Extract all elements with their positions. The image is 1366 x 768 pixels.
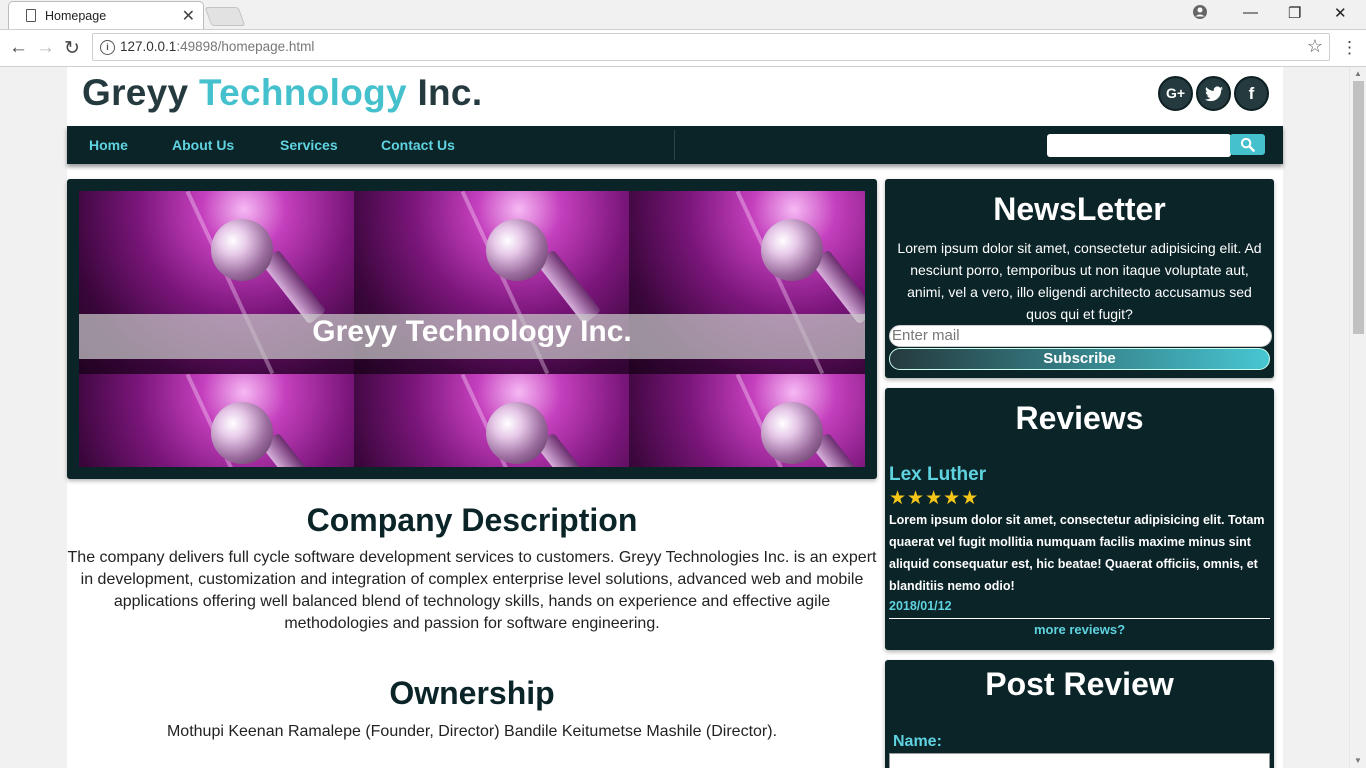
search-button[interactable] xyxy=(1230,134,1265,155)
address-bar-row: ← → ↻ i 127.0.0.1:49898/homepage.html ☆ … xyxy=(0,30,1366,67)
newsletter-email-input[interactable]: Enter mail xyxy=(889,325,1272,347)
url-path: :49898/homepage.html xyxy=(176,39,315,54)
vertical-scrollbar[interactable]: ▲ ▼ xyxy=(1349,67,1366,768)
url-host: 127.0.0.1 xyxy=(120,39,177,54)
page-viewport: Greyy Technology Inc. G+ f Home About Us… xyxy=(0,67,1349,768)
browser-menu-icon[interactable]: ⋮ xyxy=(1341,38,1358,58)
omnibox[interactable]: i 127.0.0.1:49898/homepage.html ☆ xyxy=(92,33,1330,61)
site-logo[interactable]: Greyy Technology Inc. xyxy=(82,72,482,114)
logo-part-1: Greyy xyxy=(82,72,199,113)
ownership-heading: Ownership xyxy=(389,675,555,711)
microphone-tile xyxy=(629,374,865,467)
nav-about-us[interactable]: About Us xyxy=(172,137,234,153)
newsletter-heading: NewsLetter xyxy=(993,191,1166,227)
newsletter-card: NewsLetter Lorem ipsum dolor sit amet, c… xyxy=(885,179,1274,378)
review-date: 2018/01/12 xyxy=(889,599,952,613)
close-tab-icon[interactable]: ✕ xyxy=(182,6,195,26)
forward-icon[interactable]: → xyxy=(36,37,55,59)
restore-icon[interactable]: ❐ xyxy=(1288,4,1301,22)
reviews-heading: Reviews xyxy=(1015,400,1144,436)
search-input[interactable] xyxy=(1047,134,1231,157)
review-divider xyxy=(889,618,1270,619)
post-review-card: Post Review Name: xyxy=(885,660,1274,768)
tab-title: Homepage xyxy=(45,9,107,23)
navbar-divider xyxy=(674,130,675,160)
ownership-text: Mothupi Keenan Ramalepe (Founder, Direct… xyxy=(166,723,778,740)
site-info-icon[interactable]: i xyxy=(100,40,115,55)
company-description-heading: Company Description xyxy=(306,502,638,538)
scrollbar-thumb[interactable] xyxy=(1353,81,1364,334)
browser-tab-strip: Homepage ✕ — ❐ ✕ xyxy=(0,0,1366,30)
name-label: Name: xyxy=(893,733,942,750)
logo-part-3: Inc. xyxy=(406,72,483,113)
reviews-card: Reviews Lex Luther ★★★★★ Lorem ipsum dol… xyxy=(885,388,1274,650)
hero-banner: Greyy Technology Inc. xyxy=(67,179,877,479)
profile-icon[interactable] xyxy=(1192,4,1208,24)
logo-accent: Technology xyxy=(199,72,407,113)
reviewer-name: Lex Luther xyxy=(889,464,987,485)
post-review-heading: Post Review xyxy=(985,666,1174,702)
google-plus-icon[interactable]: G+ xyxy=(1158,76,1193,111)
bookmark-star-icon[interactable]: ☆ xyxy=(1307,36,1323,57)
scroll-down-icon[interactable]: ▼ xyxy=(1354,756,1362,765)
more-reviews-link[interactable]: more reviews? xyxy=(885,622,1274,637)
twitter-icon[interactable] xyxy=(1196,76,1231,111)
back-icon[interactable]: ← xyxy=(9,37,28,59)
minimize-icon[interactable]: — xyxy=(1243,4,1258,21)
browser-tab-homepage[interactable]: Homepage ✕ xyxy=(8,1,204,29)
newsletter-text: Lorem ipsum dolor sit amet, consectetur … xyxy=(897,240,1262,322)
search-icon xyxy=(1240,137,1255,152)
nav-contact-us[interactable]: Contact Us xyxy=(381,137,455,153)
page-icon xyxy=(26,9,36,22)
nav-services[interactable]: Services xyxy=(280,137,338,153)
nav-home[interactable]: Home xyxy=(89,137,128,153)
new-tab-button[interactable] xyxy=(204,7,246,26)
main-navbar: Home About Us Services Contact Us xyxy=(67,126,1283,164)
facebook-icon[interactable]: f xyxy=(1234,76,1269,111)
page-container: Greyy Technology Inc. G+ f Home About Us… xyxy=(67,67,1283,768)
company-description-text: The company delivers full cycle software… xyxy=(67,549,877,632)
review-text: Lorem ipsum dolor sit amet, consectetur … xyxy=(889,513,1265,593)
url-text[interactable]: 127.0.0.1:49898/homepage.html xyxy=(120,39,314,54)
window-close-icon[interactable]: ✕ xyxy=(1334,4,1347,22)
reload-icon[interactable]: ↻ xyxy=(64,37,80,60)
subscribe-button[interactable]: Subscribe xyxy=(889,348,1270,370)
scroll-up-icon[interactable]: ▲ xyxy=(1354,69,1362,78)
rating-stars: ★★★★★ xyxy=(889,488,980,509)
hero-caption: Greyy Technology Inc. xyxy=(312,315,632,348)
microphone-tile xyxy=(79,374,354,467)
microphone-tile xyxy=(354,374,629,467)
name-input[interactable] xyxy=(889,753,1270,768)
hero-image: Greyy Technology Inc. xyxy=(79,191,865,467)
